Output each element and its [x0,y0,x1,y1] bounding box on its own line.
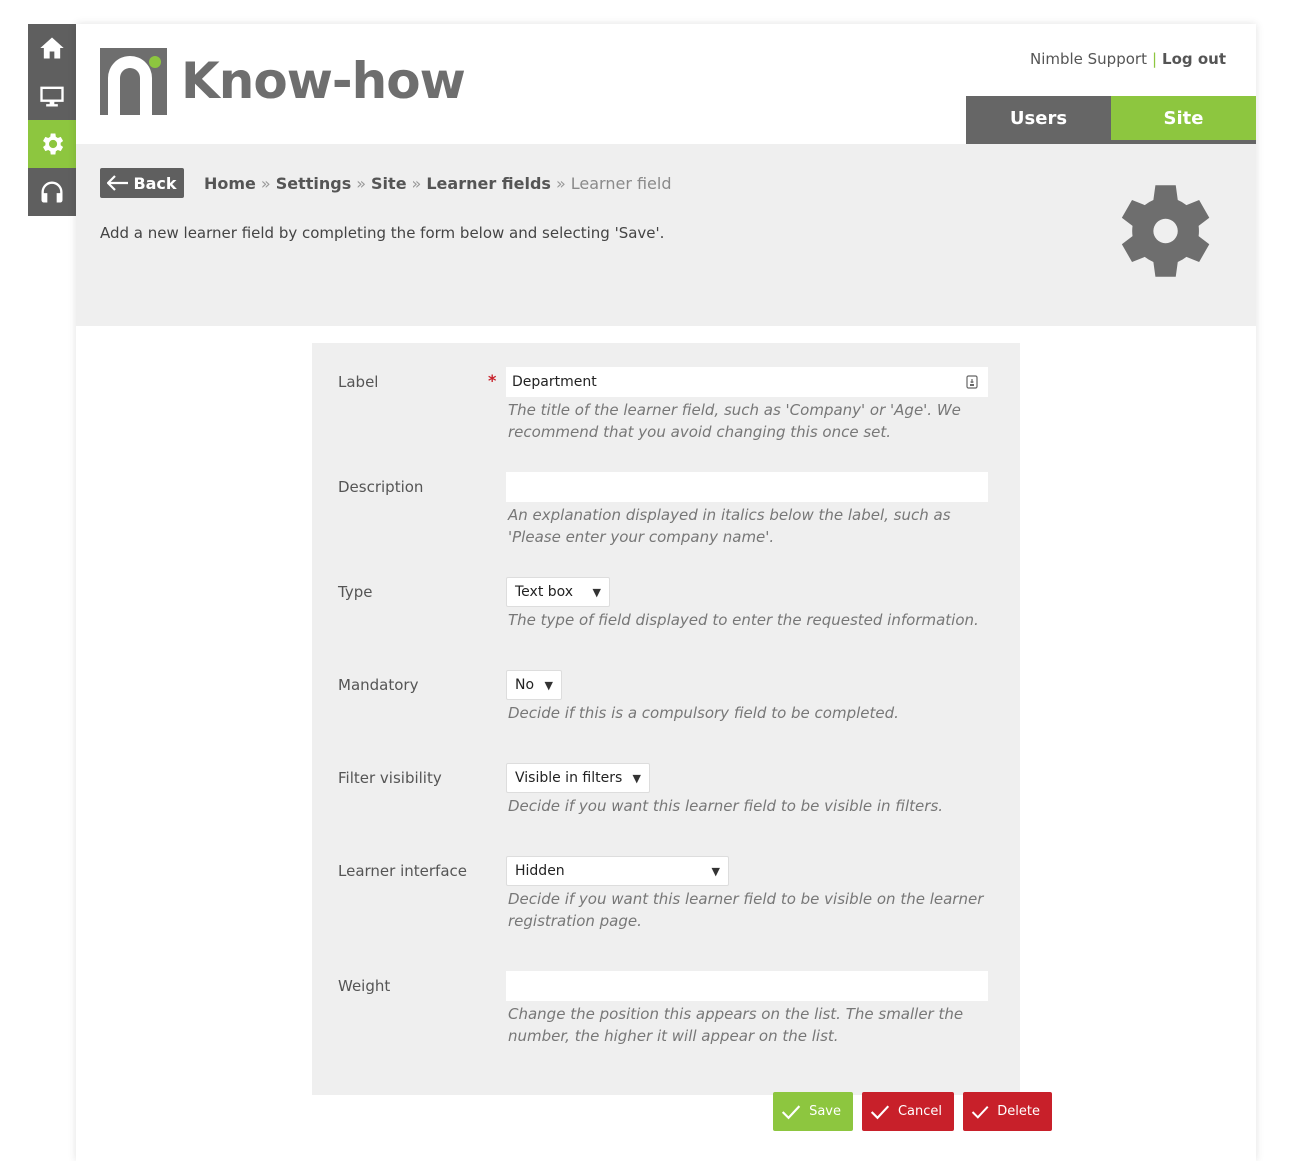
label-input[interactable]: Department [506,367,988,397]
back-button-label: Back [133,173,177,193]
filter-visibility-help-text: Decide if you want this learner field to… [508,797,944,815]
checkmark-icon [781,1104,801,1119]
logo[interactable]: Know-how [100,48,466,115]
page-intro: Add a new learner field by completing th… [100,224,665,242]
description-input[interactable] [506,472,988,502]
monitor-icon [40,86,64,107]
delete-button[interactable]: Delete [963,1092,1052,1131]
type-help-text: The type of field displayed to enter the… [508,611,979,629]
header: Know-how Nimble Support | Log out Users Si… [76,24,1256,144]
learner-interface-help-text: Decide if you want this learner field to… [508,890,984,930]
user-links: Nimble Support | Log out [1030,50,1226,68]
headphones-icon [41,181,63,203]
arrow-left-icon [107,175,129,191]
back-button[interactable]: Back [100,168,184,198]
required-marker: * [488,371,497,390]
delete-button-label: Delete [997,1104,1040,1119]
filter-visibility-select-value: Visible in filters [515,770,623,786]
user-name-link[interactable]: Nimble Support [1030,50,1147,68]
chevron-down-icon: ▼ [632,771,641,785]
mandatory-help-text: Decide if this is a compulsory field to … [508,704,899,722]
label-field-label: Label [338,373,379,391]
form-actions: Save Cancel Delete [773,1092,1052,1131]
breadcrumb-separator: » [356,174,367,193]
chevron-down-icon: ▼ [544,678,553,692]
filter-visibility-select[interactable]: Visible in filters ▼ [506,763,650,793]
logo-mark-icon [100,48,167,115]
brand-name: Know-how [181,52,466,110]
gear-icon [43,133,64,155]
autofill-icon [966,375,978,389]
weight-input[interactable] [506,971,988,1001]
breadcrumb-site[interactable]: Site [371,174,407,193]
breadcrumb-learner-fields[interactable]: Learner fields [426,174,551,193]
label-help-text: The title of the learner field, such as … [508,401,961,441]
breadcrumb-settings[interactable]: Settings [276,174,352,193]
breadcrumb-current: Learner field [570,174,672,193]
checkmark-icon [971,1105,989,1119]
cancel-button-label: Cancel [897,1104,942,1119]
label-input-value: Department [512,374,597,390]
type-select-value: Text box [515,584,574,600]
cancel-button[interactable]: Cancel [862,1092,954,1131]
chevron-down-icon: ▼ [592,585,601,599]
breadcrumb-home[interactable]: Home [204,174,256,193]
main-tabs: Users Site [966,96,1256,144]
nav-settings-button[interactable] [28,120,76,168]
mandatory-field-label: Mandatory [338,676,419,694]
breadcrumb-separator: » [555,174,566,193]
description-help-text: An explanation displayed in italics belo… [508,506,951,546]
learner-interface-field-label: Learner interface [338,862,467,880]
breadcrumb: Home» Settings» Site» Learner fields» Learne… [204,174,672,193]
type-field-label: Type [338,583,373,601]
side-nav [28,24,76,216]
description-field-label: Description [338,478,424,496]
nav-courses-button[interactable] [28,72,76,120]
logout-link[interactable]: Log out [1162,50,1226,68]
nav-home-button[interactable] [28,24,76,72]
learner-field-form: Label * Department The title of the lear… [312,343,1020,1095]
user-links-separator: | [1151,50,1158,68]
filter-visibility-field-label: Filter visibility [338,769,442,787]
chevron-down-icon: ▼ [711,864,720,878]
page: Know-how Nimble Support | Log out Users Si… [76,24,1256,1161]
learner-interface-select[interactable]: Hidden ▼ [506,856,729,886]
checkmark-icon [870,1104,890,1119]
settings-gear-icon [1121,185,1210,277]
nav-support-button[interactable] [28,168,76,216]
mandatory-select[interactable]: No ▼ [506,670,562,700]
weight-help-text: Change the position this appears on the … [508,1005,964,1045]
save-button-label: Save [809,1104,841,1119]
learner-interface-select-value: Hidden [515,863,565,879]
mandatory-select-value: No [515,677,535,693]
breadcrumb-separator: » [411,174,422,193]
tab-site[interactable]: Site [1111,96,1256,144]
type-select[interactable]: Text box ▼ [506,577,610,607]
home-icon [40,37,64,59]
breadcrumb-separator: » [260,174,271,193]
tab-users[interactable]: Users [966,96,1111,144]
weight-field-label: Weight [338,977,391,995]
page-banner: Back Home» Settings» Site» Learner fields» L… [76,144,1256,326]
save-button[interactable]: Save [773,1092,853,1131]
